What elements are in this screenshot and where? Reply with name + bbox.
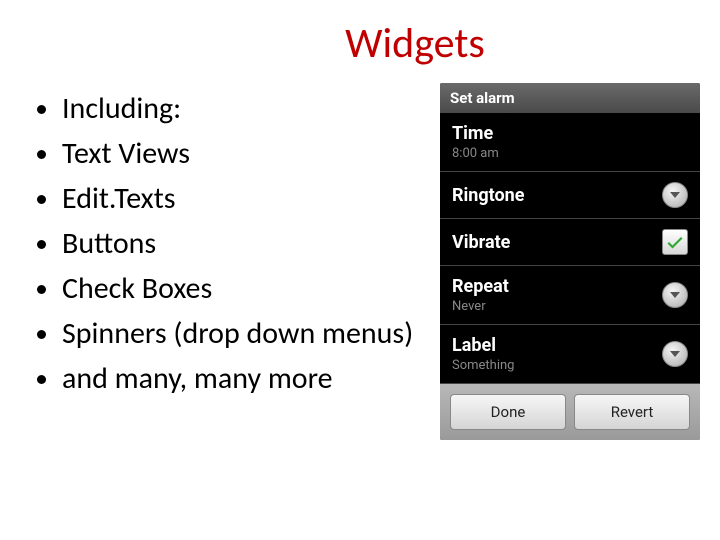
- row-subtitle: Something: [452, 358, 662, 373]
- row-vibrate[interactable]: Vibrate: [440, 219, 700, 266]
- row-time[interactable]: Time 8:00 am: [440, 113, 700, 172]
- row-title: Label: [452, 335, 662, 356]
- row-subtitle: 8:00 am: [452, 146, 688, 161]
- slide-title: Widgets: [0, 0, 720, 69]
- list-item: and many, many more: [62, 359, 440, 398]
- row-label[interactable]: Label Something: [440, 325, 700, 384]
- row-title: Ringtone: [452, 185, 662, 206]
- done-button[interactable]: Done: [450, 394, 566, 430]
- phone-screenshot: Set alarm Time 8:00 am Ringtone Vibrate …: [440, 83, 700, 440]
- spinner-icon[interactable]: [662, 341, 688, 367]
- slide-content: Including: Text Views Edit.Texts Buttons…: [0, 69, 720, 440]
- list-item: Check Boxes: [62, 269, 440, 308]
- spinner-icon[interactable]: [662, 182, 688, 208]
- row-repeat[interactable]: Repeat Never: [440, 266, 700, 325]
- list-item: Text Views: [62, 134, 440, 173]
- row-subtitle: Never: [452, 299, 662, 314]
- row-title: Repeat: [452, 276, 662, 297]
- row-ringtone[interactable]: Ringtone: [440, 172, 700, 219]
- revert-button[interactable]: Revert: [574, 394, 690, 430]
- spinner-icon[interactable]: [662, 282, 688, 308]
- list-item: Including:: [62, 89, 440, 128]
- button-bar: Done Revert: [440, 384, 700, 440]
- row-title: Vibrate: [452, 232, 662, 253]
- set-alarm-header: Set alarm: [440, 83, 700, 113]
- checkbox-checked-icon[interactable]: [662, 229, 688, 255]
- row-title: Time: [452, 123, 688, 144]
- list-item: Buttons: [62, 224, 440, 263]
- bullet-list: Including: Text Views Edit.Texts Buttons…: [30, 89, 440, 440]
- list-item: Edit.Texts: [62, 179, 440, 218]
- list-item: Spinners (drop down menus): [62, 314, 440, 353]
